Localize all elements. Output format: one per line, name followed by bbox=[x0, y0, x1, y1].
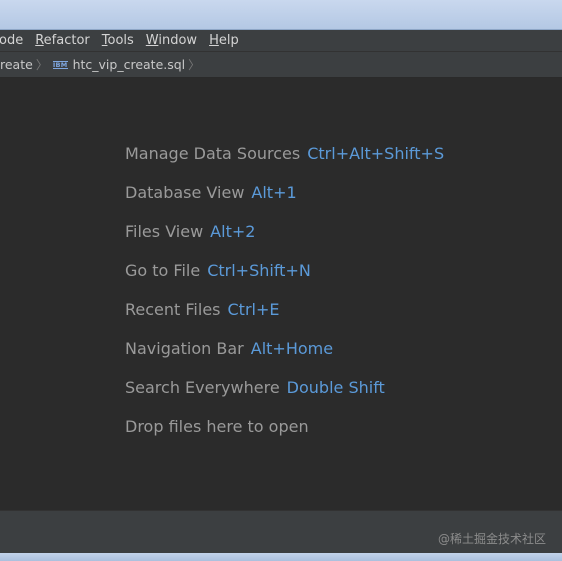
menu-refactor[interactable]: Refactor bbox=[29, 33, 96, 48]
status-bar: @稀土掘金技术社区 bbox=[0, 510, 562, 553]
shortcut-label: Alt+1 bbox=[251, 183, 297, 202]
shortcut-label: Ctrl+Shift+N bbox=[207, 261, 311, 280]
hint-drop-files: Drop files here to open bbox=[125, 417, 309, 436]
hint-navigation-bar: Navigation Bar Alt+Home bbox=[125, 339, 334, 358]
shortcut-label: Alt+2 bbox=[210, 222, 256, 241]
menu-code[interactable]: ode bbox=[0, 33, 29, 48]
shortcut-label: Ctrl+Alt+Shift+S bbox=[307, 144, 445, 163]
menu-tools[interactable]: Tools bbox=[96, 33, 140, 48]
hint-go-to-file: Go to File Ctrl+Shift+N bbox=[125, 261, 311, 280]
window-title-bar[interactable] bbox=[0, 0, 562, 30]
breadcrumb-file-label: htc_vip_create.sql bbox=[72, 57, 186, 72]
breadcrumb-file[interactable]: IBM htc_vip_create.sql bbox=[52, 57, 186, 72]
shortcut-label: Alt+Home bbox=[250, 339, 334, 358]
breadcrumb-separator-icon: 〉 bbox=[35, 58, 48, 72]
hint-manage-data-sources: Manage Data Sources Ctrl+Alt+Shift+S bbox=[125, 144, 445, 163]
sql-file-icon: IBM bbox=[52, 61, 68, 69]
window-bottom-edge bbox=[0, 553, 562, 561]
watermark-text: @稀土掘金技术社区 bbox=[437, 532, 546, 546]
breadcrumb-parent[interactable]: reate bbox=[0, 57, 33, 72]
menu-bar: ode Refactor Tools Window Help bbox=[0, 30, 562, 52]
breadcrumb-separator-icon: 〉 bbox=[188, 58, 201, 72]
shortcut-label: Ctrl+E bbox=[227, 300, 280, 319]
hint-files-view: Files View Alt+2 bbox=[125, 222, 256, 241]
shortcut-label: Double Shift bbox=[286, 378, 385, 397]
hint-database-view: Database View Alt+1 bbox=[125, 183, 297, 202]
editor-empty-area[interactable]: Manage Data Sources Ctrl+Alt+Shift+S Data… bbox=[0, 78, 562, 510]
menu-help[interactable]: Help bbox=[203, 33, 245, 48]
menu-window[interactable]: Window bbox=[140, 33, 203, 48]
hint-recent-files: Recent Files Ctrl+E bbox=[125, 300, 280, 319]
navigation-bar: reate 〉 IBM htc_vip_create.sql 〉 bbox=[0, 52, 562, 78]
hint-search-everywhere: Search Everywhere Double Shift bbox=[125, 378, 385, 397]
